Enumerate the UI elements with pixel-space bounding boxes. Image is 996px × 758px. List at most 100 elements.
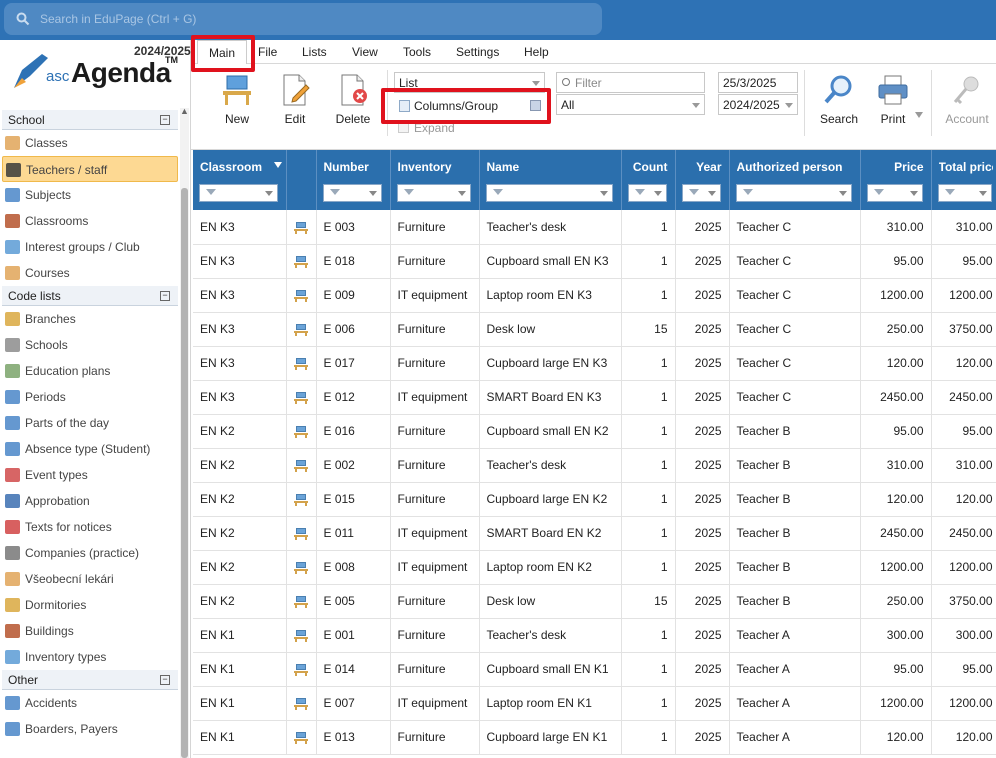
sidebar-item[interactable]: Classes: [2, 130, 178, 156]
app-logo: asc Agenda TM: [12, 48, 187, 94]
sidebar-item[interactable]: Classrooms: [2, 208, 178, 234]
table-cell: E 013: [316, 720, 391, 755]
table-row[interactable]: EN K1 E 014 Furniture Cupboard small EN K1 1…: [193, 652, 996, 687]
table-row[interactable]: EN K2 E 015 Furniture Cupboard large EN K2 1…: [193, 482, 996, 517]
collapse-icon[interactable]: −: [160, 115, 170, 125]
column-filter[interactable]: [735, 184, 852, 202]
sidebar-section-header[interactable]: Code lists −: [2, 286, 178, 306]
column-filter[interactable]: [199, 184, 278, 202]
column-header[interactable]: Classroom: [193, 150, 287, 210]
sidebar-item[interactable]: Všeobecní lekári: [2, 566, 178, 592]
column-header[interactable]: Year: [675, 150, 730, 210]
table-row[interactable]: EN K2 E 002 Furniture Teacher's desk 1 2025 Te…: [193, 448, 996, 483]
print-dropdown-arrow-icon[interactable]: [915, 112, 923, 118]
column-filter[interactable]: [485, 184, 613, 202]
sidebar-section-header[interactable]: Other −: [2, 670, 178, 690]
edit-button[interactable]: Edit: [270, 74, 320, 126]
column-header[interactable]: [286, 150, 317, 210]
inventory-types-icon: [5, 650, 20, 664]
new-button[interactable]: New: [212, 74, 262, 126]
collapse-icon[interactable]: −: [160, 675, 170, 685]
sidebar-item[interactable]: Dormitories: [2, 592, 178, 618]
tab-lists[interactable]: Lists: [302, 45, 327, 59]
table-cell: 310.00: [931, 448, 996, 483]
column-filter[interactable]: [866, 184, 923, 202]
column-filter[interactable]: [627, 184, 667, 202]
table-cell: EN K2: [193, 550, 287, 585]
search-label: Search: [819, 112, 859, 126]
table-cell: 2025: [675, 448, 730, 483]
sort-arrow-icon[interactable]: [273, 162, 282, 168]
column-filter[interactable]: [322, 184, 382, 202]
table-cell: 2025: [675, 312, 730, 347]
table-row[interactable]: EN K2 E 008 IT equipment Laptop room EN K2 1…: [193, 550, 996, 585]
tab-file[interactable]: File: [258, 45, 277, 59]
sidebar-item[interactable]: Education plans: [2, 358, 178, 384]
tab-tools[interactable]: Tools: [403, 45, 431, 59]
table-cell: 1: [621, 652, 676, 687]
year-select[interactable]: 2024/2025: [718, 94, 798, 115]
table-row[interactable]: EN K1 E 007 IT equipment Laptop room EN K1 1…: [193, 686, 996, 721]
column-header[interactable]: Total price: [931, 150, 996, 210]
search-button[interactable]: Search: [814, 74, 864, 126]
column-filter[interactable]: [937, 184, 992, 202]
column-header[interactable]: Name: [479, 150, 622, 210]
table-row[interactable]: EN K3 E 017 Furniture Cupboard large EN K3 1…: [193, 346, 996, 381]
sidebar-item[interactable]: Event types: [2, 462, 178, 488]
sidebar-item[interactable]: Accidents: [2, 690, 178, 716]
table-row[interactable]: EN K3 E 003 Furniture Teacher's desk 1 2025 Te…: [193, 210, 996, 245]
collapse-icon[interactable]: −: [160, 291, 170, 301]
table-cell: E 007: [316, 686, 391, 721]
table-row[interactable]: EN K3 E 012 IT equipment SMART Board EN K3 1…: [193, 380, 996, 415]
table-row[interactable]: EN K3 E 009 IT equipment Laptop room EN K3 1…: [193, 278, 996, 313]
table-row[interactable]: EN K1 E 001 Furniture Teacher's desk 1 2025 Te…: [193, 618, 996, 653]
table-cell: 1: [621, 346, 676, 381]
sidebar-item[interactable]: Periods: [2, 384, 178, 410]
table-cell: SMART Board EN K3: [479, 380, 622, 415]
column-header[interactable]: Price: [860, 150, 932, 210]
table-row[interactable]: EN K3 E 018 Furniture Cupboard small EN K3 1…: [193, 244, 996, 279]
sidebar-item[interactable]: Subjects: [2, 182, 178, 208]
sidebar-item[interactable]: Boarders, Payers: [2, 716, 178, 742]
sidebar-item[interactable]: Parts of the day: [2, 410, 178, 436]
account-button[interactable]: Account: [942, 74, 992, 126]
sidebar-item[interactable]: Branches: [2, 306, 178, 332]
sidebar-item[interactable]: Companies (practice): [2, 540, 178, 566]
date-field[interactable]: 25/3/2025: [718, 72, 798, 93]
sidebar-item[interactable]: Schools: [2, 332, 178, 358]
table-row[interactable]: EN K2 E 005 Furniture Desk low 15 2025 Teacher…: [193, 584, 996, 619]
sidebar-item[interactable]: Teachers / staff: [2, 156, 178, 182]
table-row[interactable]: EN K3 E 006 Furniture Desk low 15 2025 Teacher…: [193, 312, 996, 347]
column-header[interactable]: Authorized person: [729, 150, 861, 210]
column-header[interactable]: Number: [316, 150, 391, 210]
column-header[interactable]: Count: [621, 150, 676, 210]
table-row[interactable]: EN K2 E 016 Furniture Cupboard small EN K2 1…: [193, 414, 996, 449]
filter-input[interactable]: Filter: [556, 72, 705, 93]
sidebar-scrollbar-thumb[interactable]: [181, 188, 188, 758]
filter-select[interactable]: All: [556, 94, 705, 115]
global-search[interactable]: Search in EduPage (Ctrl + G): [4, 3, 602, 35]
sidebar-item[interactable]: Approbation: [2, 488, 178, 514]
table-row[interactable]: EN K1 E 013 Furniture Cupboard large EN K1 1…: [193, 720, 996, 755]
table-cell: 2450.00: [931, 516, 996, 551]
sidebar-item[interactable]: Texts for notices: [2, 514, 178, 540]
sidebar-item[interactable]: Inventory types: [2, 644, 178, 670]
tab-help[interactable]: Help: [524, 45, 549, 59]
table-cell: Teacher A: [729, 618, 861, 653]
column-header[interactable]: Inventory: [390, 150, 480, 210]
sidebar-item[interactable]: Courses: [2, 260, 178, 286]
sidebar-section-header[interactable]: School −: [2, 110, 178, 130]
sidebar-item[interactable]: Absence type (Student): [2, 436, 178, 462]
table-cell: Teacher B: [729, 482, 861, 517]
column-filter[interactable]: [396, 184, 471, 202]
delete-button[interactable]: Delete: [328, 74, 378, 126]
tab-settings[interactable]: Settings: [456, 45, 499, 59]
sidebar-item[interactable]: Interest groups / Club: [2, 234, 178, 260]
print-button[interactable]: Print: [868, 74, 918, 126]
column-filter[interactable]: [681, 184, 721, 202]
scroll-up-arrow-icon[interactable]: ▲: [180, 106, 189, 116]
tab-view[interactable]: View: [352, 45, 378, 59]
table-row[interactable]: EN K2 E 011 IT equipment SMART Board EN K2 1…: [193, 516, 996, 551]
sidebar-item[interactable]: Buildings: [2, 618, 178, 644]
column-header-label: Inventory: [397, 160, 452, 174]
